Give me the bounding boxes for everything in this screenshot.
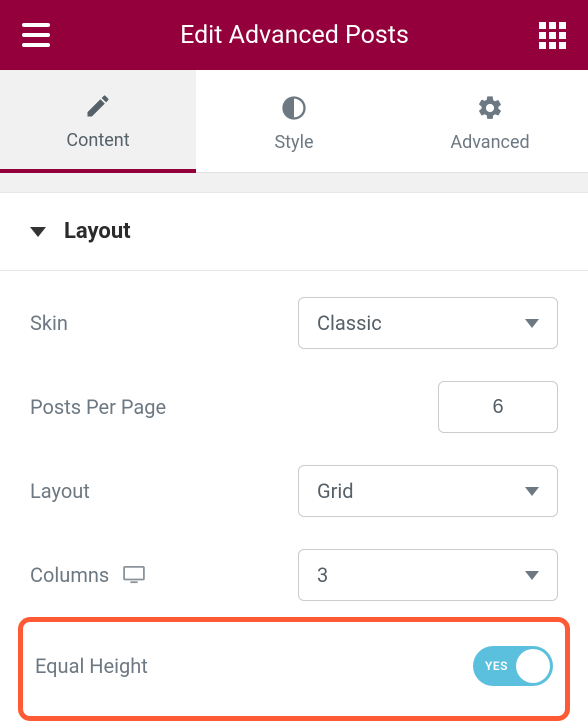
chevron-down-icon	[525, 571, 539, 580]
highlight-annotation: Equal Height YES	[18, 617, 570, 721]
tab-style[interactable]: Style	[196, 70, 392, 172]
tab-content-label: Content	[66, 130, 129, 151]
posts-per-page-label: Posts Per Page	[30, 395, 166, 419]
equal-height-toggle[interactable]: YES	[473, 646, 553, 686]
posts-per-page-input[interactable]	[438, 381, 558, 433]
page-title: Edit Advanced Posts	[180, 21, 409, 50]
section-layout: Layout Skin Classic Posts Per Page Layou…	[0, 193, 588, 721]
columns-select[interactable]: 3	[298, 549, 558, 601]
skin-select[interactable]: Classic	[298, 297, 558, 349]
tab-advanced-label: Advanced	[450, 132, 529, 153]
apps-icon[interactable]	[539, 22, 566, 49]
control-equal-height: Equal Height YES	[35, 630, 553, 702]
skin-label: Skin	[30, 311, 68, 335]
layout-value: Grid	[317, 479, 354, 503]
pencil-icon	[84, 92, 112, 120]
tab-style-label: Style	[274, 132, 313, 153]
skin-value: Classic	[317, 311, 382, 335]
equal-height-label: Equal Height	[35, 654, 148, 678]
contrast-icon	[280, 94, 308, 122]
chevron-down-icon	[525, 319, 539, 328]
toggle-knob	[516, 649, 550, 683]
tab-content[interactable]: Content	[0, 70, 196, 173]
columns-value: 3	[317, 563, 328, 587]
section-header[interactable]: Layout	[0, 193, 588, 271]
tabs: Content Style Advanced	[0, 70, 588, 173]
control-columns: Columns 3	[30, 533, 558, 617]
section-title: Layout	[64, 219, 131, 244]
menu-icon[interactable]	[22, 23, 50, 47]
caret-down-icon	[30, 227, 46, 237]
layout-select[interactable]: Grid	[298, 465, 558, 517]
toggle-label: YES	[485, 659, 508, 673]
desktop-icon[interactable]	[123, 566, 145, 584]
panel-header: Edit Advanced Posts	[0, 0, 588, 70]
columns-label-text: Columns	[30, 563, 109, 587]
columns-label: Columns	[30, 563, 145, 587]
gear-icon	[476, 94, 504, 122]
chevron-down-icon	[525, 487, 539, 496]
spacer	[0, 173, 588, 193]
control-skin: Skin Classic	[30, 281, 558, 365]
layout-label: Layout	[30, 479, 90, 503]
control-layout: Layout Grid	[30, 449, 558, 533]
controls-list: Skin Classic Posts Per Page Layout Grid …	[0, 271, 588, 617]
control-posts-per-page: Posts Per Page	[30, 365, 558, 449]
tab-advanced[interactable]: Advanced	[392, 70, 588, 172]
